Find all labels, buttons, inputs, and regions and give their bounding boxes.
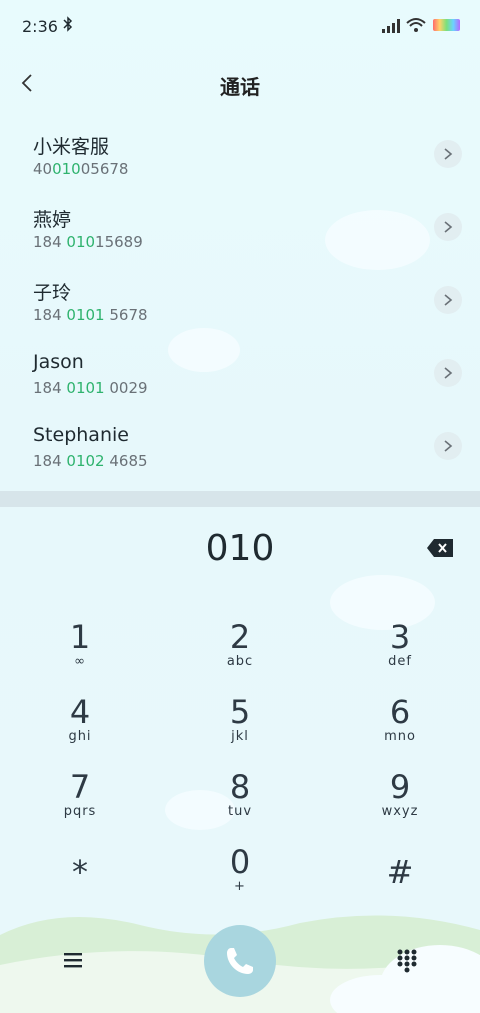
page-title: 通话: [220, 75, 260, 99]
contact-name: Jason: [33, 351, 84, 373]
battery-icon: [433, 19, 460, 31]
backspace-icon[interactable]: [426, 538, 454, 558]
contact-row[interactable]: Stephanie 184 0102 4685: [0, 410, 480, 483]
contact-row[interactable]: 子玲 184 0101 5678: [0, 264, 480, 337]
wifi-icon: [406, 18, 426, 32]
key-7[interactable]: 7 pqrs: [20, 770, 140, 840]
contact-number: 184 0102 4685: [33, 452, 148, 470]
dialer-divider: [0, 491, 480, 507]
menu-icon[interactable]: [62, 950, 84, 970]
key-2[interactable]: 2 abc: [180, 620, 300, 690]
key-5[interactable]: 5 jkl: [180, 695, 300, 765]
contact-name: 燕婷: [33, 209, 72, 231]
chevron-right-icon[interactable]: [434, 432, 462, 460]
chevron-right-icon[interactable]: [434, 213, 462, 241]
chevron-right-icon[interactable]: [434, 140, 462, 168]
contact-number: 184 0101 0029: [33, 379, 148, 397]
contact-name: 小米客服: [33, 136, 110, 158]
signal-icon: [382, 19, 400, 33]
contact-number: 184 01015689: [33, 233, 143, 251]
contact-name: Stephanie: [33, 424, 129, 446]
contact-list: 小米客服 4001005678 燕婷 184 01015689 子玲 184 0…: [0, 118, 480, 483]
key-1[interactable]: 1 ∞: [20, 620, 140, 690]
key-4[interactable]: 4 ghi: [20, 695, 140, 765]
contact-number: 4001005678: [33, 160, 129, 178]
key-3[interactable]: 3 def: [340, 620, 460, 690]
key-9[interactable]: 9 wxyz: [340, 770, 460, 840]
dialpad-icon[interactable]: [396, 948, 418, 974]
contact-name: 子玲: [33, 282, 72, 304]
call-button[interactable]: [204, 925, 276, 997]
contact-row[interactable]: 燕婷 184 01015689: [0, 191, 480, 264]
status-time: 2:36: [22, 17, 58, 36]
dialed-number: 010: [205, 528, 275, 569]
phone-icon: [227, 948, 253, 974]
chevron-right-icon[interactable]: [434, 286, 462, 314]
contact-row[interactable]: Jason 184 0101 0029: [0, 337, 480, 410]
key-6[interactable]: 6 mno: [340, 695, 460, 765]
key-8[interactable]: 8 tuv: [180, 770, 300, 840]
chevron-right-icon[interactable]: [434, 359, 462, 387]
bluetooth-icon: [63, 16, 73, 36]
status-bar: 2:36: [0, 0, 480, 52]
contact-row[interactable]: 小米客服 4001005678: [0, 118, 480, 191]
contact-number: 184 0101 5678: [33, 306, 148, 324]
